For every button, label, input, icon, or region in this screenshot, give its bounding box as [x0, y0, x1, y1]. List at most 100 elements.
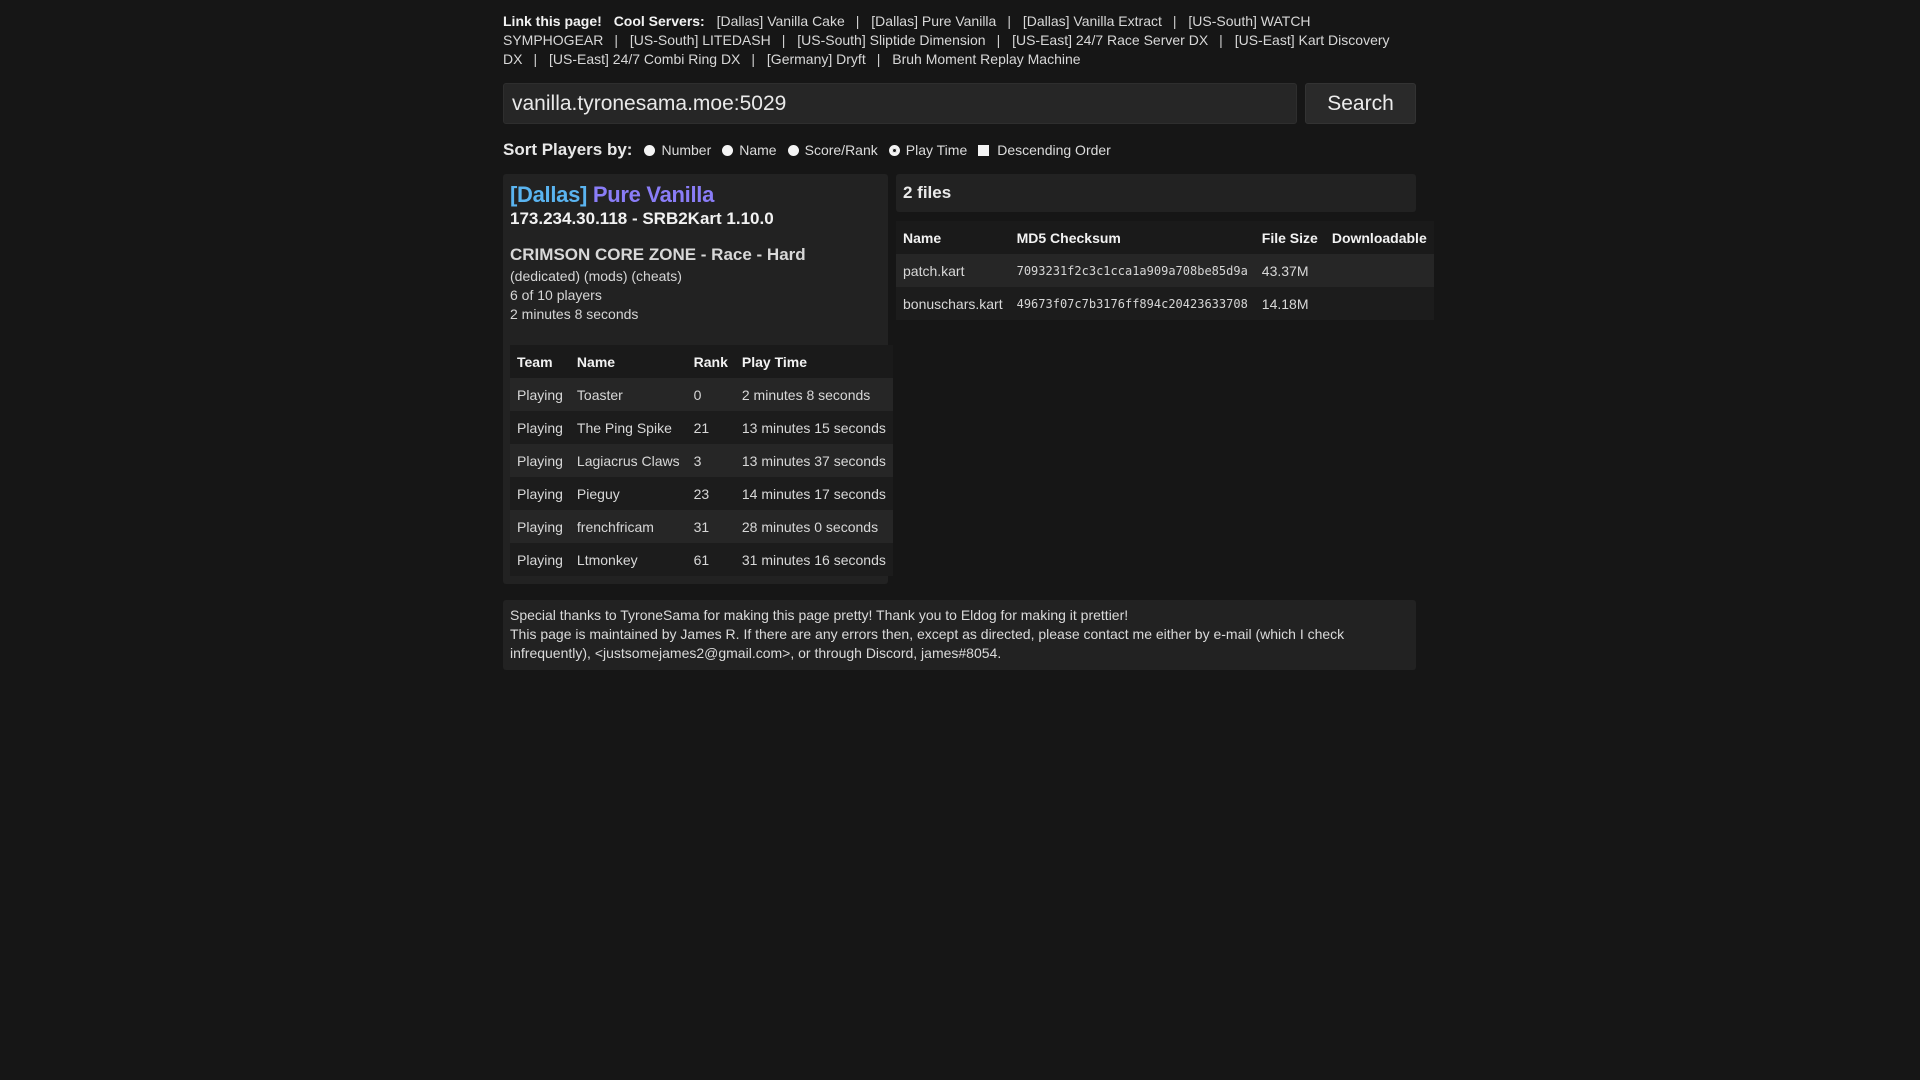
column-header-play-time: Play Time — [734, 345, 893, 378]
separator: | — [614, 32, 618, 48]
players-table: Team Name Rank Play Time Playing Toaster… — [510, 345, 893, 576]
player-name: Ltmonkey — [569, 543, 687, 576]
server-info-panel: [Dallas] Pure Vanilla 173.234.30.118 - S… — [503, 174, 893, 584]
server-link-dallas-vanilla-cake[interactable]: [Dallas] Vanilla Cake — [717, 13, 845, 29]
search-input[interactable] — [503, 83, 1297, 124]
column-header-file-name: Name — [896, 221, 1010, 254]
content-columns: [Dallas] Pure Vanilla 173.234.30.118 - S… — [503, 174, 1434, 584]
player-play-time: 2 minutes 8 seconds — [734, 378, 893, 411]
server-region: [Dallas] — [510, 182, 588, 207]
players-header-row: Team Name Rank Play Time — [510, 345, 893, 378]
server-link-us-south-litedash[interactable]: [US-South] LITEDASH — [630, 32, 771, 48]
server-uptime: 2 minutes 8 seconds — [510, 306, 639, 322]
column-header-rank: Rank — [686, 345, 735, 378]
column-header-md5: MD5 Checksum — [1009, 221, 1255, 254]
file-size: 43.37M — [1254, 254, 1325, 287]
files-table: Name MD5 Checksum File Size Downloadable… — [896, 221, 1434, 320]
separator: | — [1172, 13, 1177, 29]
table-row: Playing Toaster 0 2 minutes 8 seconds — [510, 378, 893, 411]
table-row: Playing The Ping Spike 21 13 minutes 15 … — [510, 411, 893, 444]
column-header-downloadable: Downloadable — [1324, 221, 1434, 254]
page: Link this page! Cool Servers: [Dallas] V… — [503, 12, 1434, 670]
column-header-name: Name — [569, 345, 687, 378]
table-row: Playing Pieguy 23 14 minutes 17 seconds — [510, 477, 893, 510]
player-rank: 23 — [686, 477, 735, 510]
table-row: Playing Ltmonkey 61 31 minutes 16 second… — [510, 543, 893, 576]
descending-order-label[interactable]: Descending Order — [997, 142, 1111, 158]
sort-label-number[interactable]: Number — [661, 142, 711, 158]
player-name: Lagiacrus Claws — [569, 444, 687, 477]
player-team: Playing — [510, 444, 570, 477]
player-play-time: 28 minutes 0 seconds — [734, 510, 893, 543]
files-panel: 2 files Name MD5 Checksum File Size Down… — [896, 174, 1434, 320]
separator: | — [781, 32, 786, 48]
sort-radio-play-time[interactable] — [888, 144, 900, 156]
server-player-count: 6 of 10 players — [510, 287, 602, 303]
separator: | — [533, 51, 538, 67]
server-flags: (dedicated) (mods) (cheats) — [510, 268, 682, 284]
separator: | — [1007, 13, 1011, 29]
player-name: frenchfricam — [569, 510, 687, 543]
separator: | — [855, 13, 860, 29]
player-rank: 0 — [686, 378, 735, 411]
server-link-dallas-vanilla-extract[interactable]: [Dallas] Vanilla Extract — [1023, 13, 1162, 29]
server-link-bruh-moment-replay-machine[interactable]: Bruh Moment Replay Machine — [892, 51, 1080, 67]
separator: | — [876, 51, 881, 67]
file-name: bonuschars.kart — [896, 287, 1010, 320]
sort-label-name[interactable]: Name — [739, 142, 776, 158]
column-header-team: Team — [510, 345, 570, 378]
sort-radio-score-rank[interactable] — [787, 144, 799, 156]
separator: | — [996, 32, 1001, 48]
sort-label-play-time[interactable]: Play Time — [906, 142, 967, 158]
server-map: CRIMSON CORE ZONE - Race - Hard — [510, 245, 806, 264]
table-row: Playing Lagiacrus Claws 3 13 minutes 37 … — [510, 444, 893, 477]
file-md5: 7093231f2c3c1cca1a909a708be85d9a — [1009, 254, 1255, 287]
player-team: Playing — [510, 411, 570, 444]
server-name: Pure Vanilla — [592, 182, 715, 207]
sort-radio-number[interactable] — [644, 144, 656, 156]
server-link-us-east-race-server-dx[interactable]: [US-East] 24/7 Race Server DX — [1012, 32, 1208, 48]
file-size: 14.18M — [1254, 287, 1325, 320]
files-count-title: 2 files — [896, 174, 1416, 212]
file-name: patch.kart — [896, 254, 1010, 287]
table-row: Playing frenchfricam 31 28 minutes 0 sec… — [510, 510, 893, 543]
file-downloadable — [1324, 254, 1434, 287]
sort-label-score-rank[interactable]: Score/Rank — [805, 142, 878, 158]
link-this-page[interactable]: Link this page! — [503, 13, 602, 29]
footer: Special thanks to TyroneSama for making … — [503, 600, 1416, 670]
separator: | — [1219, 32, 1223, 48]
player-rank: 61 — [686, 543, 735, 576]
server-address: 173.234.30.118 - SRB2Kart 1.10.0 — [510, 209, 774, 228]
table-row: bonuschars.kart 49673f07c7b3176ff894c204… — [896, 287, 1434, 320]
player-rank: 31 — [686, 510, 735, 543]
footer-thanks: Special thanks to TyroneSama for making … — [510, 607, 1129, 623]
player-rank: 3 — [686, 444, 735, 477]
table-row: patch.kart 7093231f2c3c1cca1a909a708be85… — [896, 254, 1434, 287]
sort-title: Sort Players by: — [503, 140, 633, 159]
player-team: Playing — [510, 477, 570, 510]
cool-servers-nav: Link this page! Cool Servers: [Dallas] V… — [503, 12, 1416, 69]
player-team: Playing — [510, 378, 570, 411]
player-play-time: 13 minutes 15 seconds — [734, 411, 893, 444]
files-header-row: Name MD5 Checksum File Size Downloadable — [896, 221, 1434, 254]
player-play-time: 31 minutes 16 seconds — [734, 543, 893, 576]
server-link-dallas-pure-vanilla[interactable]: [Dallas] Pure Vanilla — [871, 13, 996, 29]
separator: | — [751, 51, 756, 67]
search-button[interactable]: Search — [1305, 83, 1416, 124]
sort-radio-name[interactable] — [722, 144, 734, 156]
player-rank: 21 — [686, 411, 735, 444]
footer-maintainer: This page is maintained by James R. If t… — [510, 626, 1345, 661]
server-link-germany-dryft[interactable]: [Germany] Dryft — [767, 51, 866, 67]
column-header-file-size: File Size — [1254, 221, 1325, 254]
server-link-us-east-combi-ring-dx[interactable]: [US-East] 24/7 Combi Ring DX — [549, 51, 740, 67]
search-bar: Search — [503, 83, 1416, 124]
player-team: Playing — [510, 543, 570, 576]
sort-players-controls: Sort Players by: Number Name Score/Rank … — [503, 139, 1416, 161]
server-link-us-south-sliptide-dimension[interactable]: [US-South] Sliptide Dimension — [797, 32, 985, 48]
player-team: Playing — [510, 510, 570, 543]
server-title: [Dallas] Pure Vanilla — [510, 182, 881, 208]
descending-order-checkbox[interactable] — [978, 144, 990, 156]
player-play-time: 13 minutes 37 seconds — [734, 444, 893, 477]
player-name: Pieguy — [569, 477, 687, 510]
cool-servers-label: Cool Servers: — [613, 13, 705, 29]
